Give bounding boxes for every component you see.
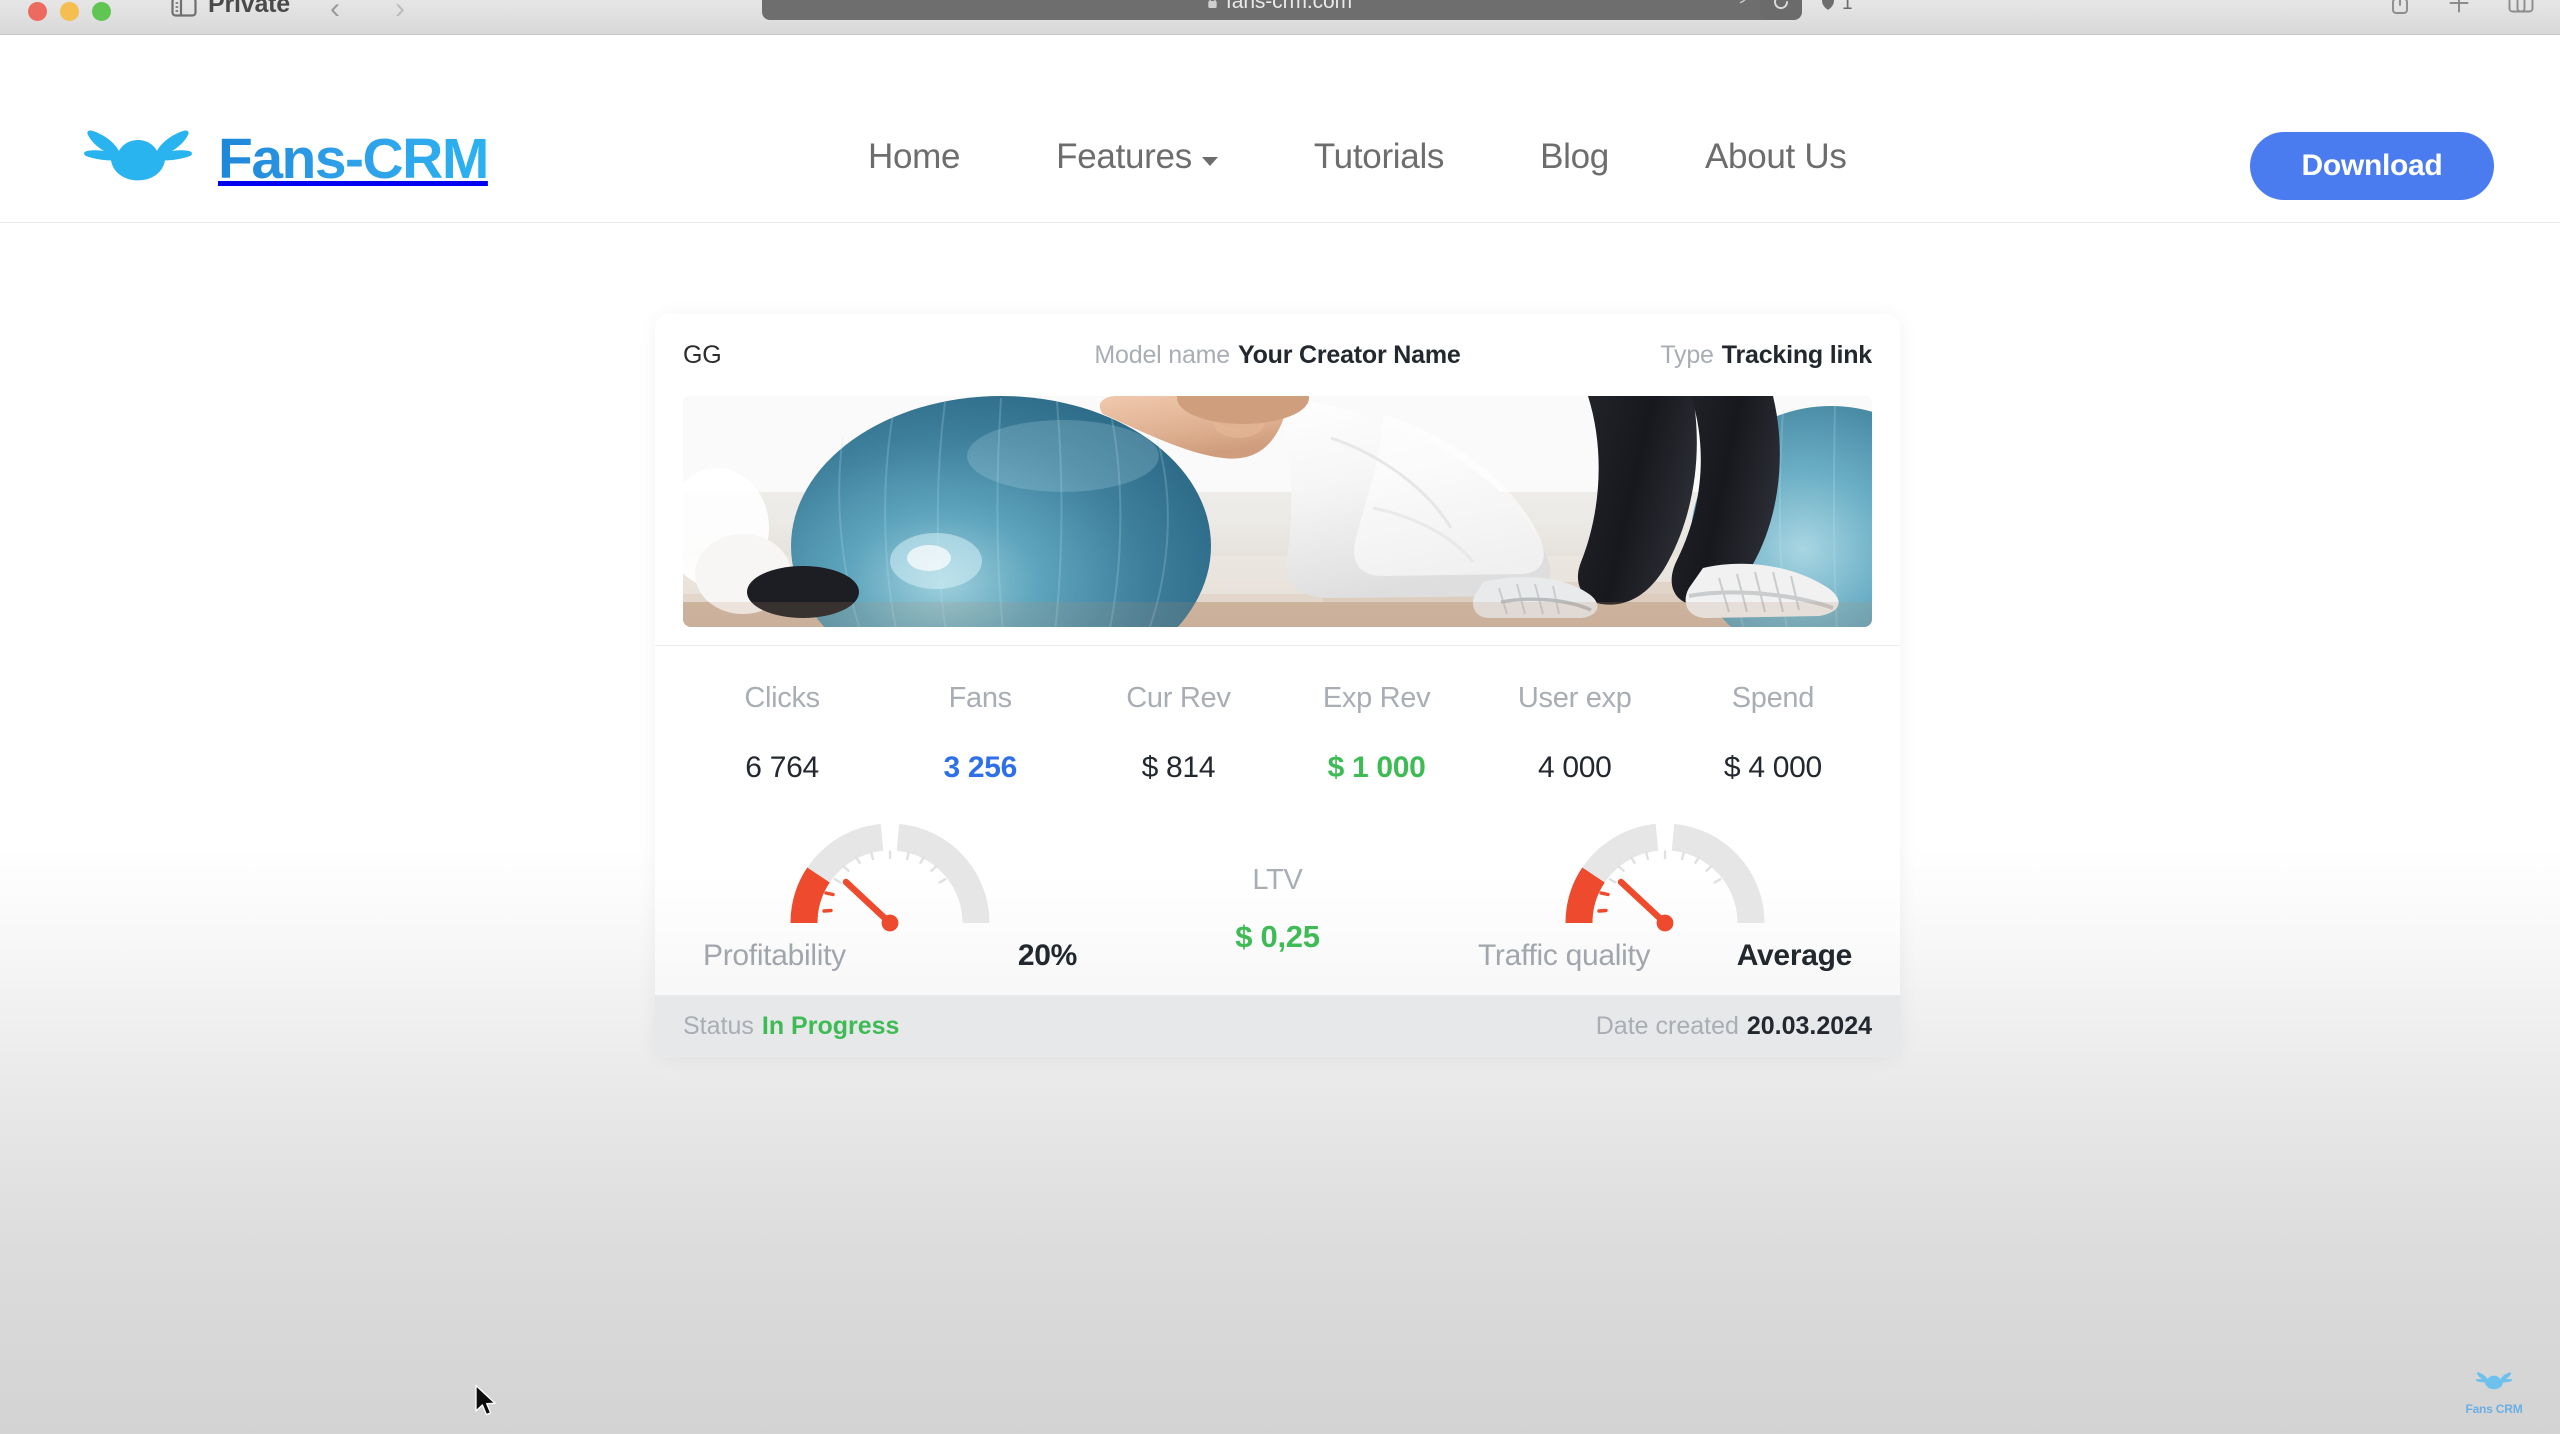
browser-toolbar: Private ‹ › fans-crm.com 1 <box>0 0 2560 35</box>
gauge-caption: Traffic quality Average <box>1470 939 1860 973</box>
ltv-value: $ 0,25 <box>1235 919 1320 954</box>
minimize-window-button[interactable] <box>60 1 79 21</box>
window-traffic-lights <box>28 0 111 22</box>
chat-widget-label: Fans CRM <box>2465 1402 2523 1416</box>
gauge-dial-icon <box>1565 819 1765 935</box>
metric-label-user-exp: User exp <box>1517 682 1632 714</box>
nav-item-blog[interactable]: Blog <box>1492 137 1657 177</box>
tracking-link-stats-card: GG Model name Your Creator Name Type Track… <box>655 314 1900 1057</box>
card-type-label: Type <box>1660 340 1714 369</box>
metric-value-exp-rev: $ 1 000 <box>1327 751 1426 784</box>
ltv-label: LTV <box>1252 864 1303 896</box>
card-date-value: 20.03.2024 <box>1746 1011 1872 1040</box>
card-type-value: Tracking link <box>1721 340 1872 369</box>
tab-overview-icon[interactable] <box>2508 0 2534 19</box>
card-model-name: Model name Your Creator Name <box>1003 341 1552 370</box>
card-status-value: In Progress <box>761 1011 900 1040</box>
gauge-traffic-quality: Traffic quality Average <box>1470 819 1860 973</box>
gauge-name-traffic-quality: Traffic quality <box>1478 939 1651 972</box>
card-date-label: Date created <box>1595 1011 1739 1040</box>
site-logo[interactable]: Fans-CRM <box>64 120 489 198</box>
back-button[interactable]: ‹ <box>330 0 340 26</box>
nav-item-home[interactable]: Home <box>820 137 1008 177</box>
tracker-shield-count: 1 <box>1842 0 1853 14</box>
gauge-value-profitability: 20% <box>1017 939 1077 972</box>
card-model-name-value: Your Creator Name <box>1237 340 1461 369</box>
site-header: Fans-CRM Home Features Tutorials Blog Ab… <box>0 34 2560 223</box>
plus-icon[interactable] <box>2448 0 2470 19</box>
download-button[interactable]: Download <box>2250 132 2494 200</box>
translate-icon[interactable] <box>1739 0 1757 13</box>
gauge-value-traffic-quality: Average <box>1736 939 1853 972</box>
card-footer: Status In Progress Date created 20.03.2024 <box>655 995 1900 1057</box>
card-header-row: GG Model name Your Creator Name Type Track… <box>655 314 1900 396</box>
nav-item-label: About Us <box>1704 137 1847 176</box>
shield-icon <box>1820 0 1836 16</box>
card-date-created: Date created 20.03.2024 <box>1596 1012 1872 1041</box>
nav-item-label: Home <box>868 137 961 176</box>
site-logo-text: Fans-CRM <box>218 126 489 191</box>
nav-item-label: Blog <box>1540 137 1609 176</box>
share-icon[interactable] <box>2390 0 2410 20</box>
card-body-section: Clicks Fans Cur Rev Exp Rev User exp Spe… <box>655 646 1900 1057</box>
metric-label-clicks: Clicks <box>744 682 820 714</box>
card-hero-image <box>683 396 1872 627</box>
card-id: GG <box>683 340 722 369</box>
nav-item-label: Tutorials <box>1313 137 1445 176</box>
metric-label-exp-rev: Exp Rev <box>1322 682 1431 714</box>
metric-value-clicks: 6 764 <box>745 751 819 784</box>
toolbar-right-icons <box>2390 0 2534 20</box>
metric-label-cur-rev: Cur Rev <box>1126 682 1231 714</box>
metric-value-user-exp: 4 000 <box>1537 751 1612 784</box>
private-mode-label: Private <box>208 0 290 18</box>
main-navigation: Home Features Tutorials Blog About Us <box>820 137 1895 177</box>
lock-icon <box>1207 0 1218 9</box>
card-status: Status In Progress <box>683 1012 899 1041</box>
metrics-grid: Clicks Fans Cur Rev Exp Rev User exp Spe… <box>655 646 1900 793</box>
nav-item-label: Features <box>1056 137 1192 176</box>
ltv-block: LTV $ 0,25 <box>1108 864 1448 973</box>
card-type: Type Tracking link <box>1552 341 1872 370</box>
nav-item-tutorials[interactable]: Tutorials <box>1266 137 1492 177</box>
metric-value-cur-rev: $ 814 <box>1141 751 1216 784</box>
forward-button[interactable]: › <box>395 0 405 26</box>
reload-button[interactable] <box>1760 0 1802 20</box>
card-model-name-label: Model name <box>1094 340 1230 369</box>
gauge-name-profitability: Profitability <box>703 939 846 972</box>
gauge-dial-icon <box>790 819 990 935</box>
address-bar[interactable]: fans-crm.com <box>762 0 1797 20</box>
metric-value-fans: 3 256 <box>943 751 1018 784</box>
web-page-viewport: Fans-CRM Home Features Tutorials Blog Ab… <box>0 34 2560 1434</box>
metric-label-fans: Fans <box>948 682 1013 714</box>
nav-item-features[interactable]: Features <box>1008 137 1266 177</box>
gauges-row: Profitability 20% LTV $ 0,25 Traffic qua… <box>655 793 1900 973</box>
chat-widget-button[interactable]: Fans CRM <box>2456 1368 2532 1416</box>
chevron-down-icon <box>1201 156 1218 166</box>
fans-crm-wings-logo-icon <box>64 120 212 198</box>
nav-item-about-us[interactable]: About Us <box>1657 137 1895 177</box>
card-status-label: Status <box>683 1011 754 1040</box>
gauge-caption: Profitability 20% <box>695 939 1085 973</box>
address-bar-url: fans-crm.com <box>1226 0 1352 13</box>
close-window-button[interactable] <box>28 1 47 21</box>
gauge-profitability: Profitability 20% <box>695 819 1085 973</box>
metric-value-spend: $ 4 000 <box>1723 751 1822 784</box>
maximize-window-button[interactable] <box>92 1 111 21</box>
metric-label-spend: Spend <box>1731 682 1815 714</box>
card-top-section: GG Model name Your Creator Name Type Track… <box>655 314 1900 627</box>
sidebar-toggle-icon[interactable] <box>170 0 198 19</box>
fans-crm-wings-logo-icon <box>2469 1368 2519 1401</box>
tracker-shield-indicator[interactable]: 1 <box>1820 0 1853 16</box>
